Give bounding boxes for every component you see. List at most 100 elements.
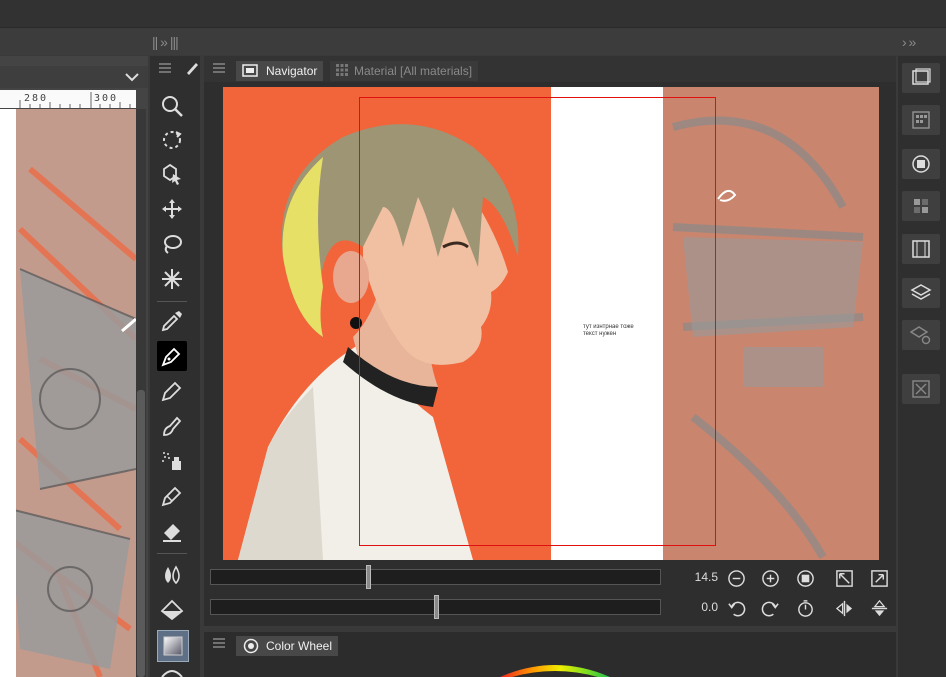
panel-header-strip: || » ||| › » (0, 28, 946, 55)
pen-tab-icon[interactable] (184, 60, 200, 76)
pen-tool[interactable] (157, 341, 187, 371)
flip-horizontal-button[interactable] (834, 598, 854, 618)
reset-rotation-icon (797, 599, 813, 617)
rotate-right-icon (761, 601, 779, 616)
collapse-handle[interactable]: || » ||| (152, 31, 179, 53)
layers-panel-icon (912, 68, 931, 85)
layer-search-icon (910, 326, 931, 345)
blend-tool[interactable] (157, 560, 187, 590)
fill-window-button[interactable] (869, 568, 889, 588)
layer-stack-icon (910, 284, 932, 300)
navigator-icon (242, 64, 258, 77)
view-frame[interactable] (359, 97, 716, 546)
ruler-ticks (19, 92, 131, 108)
move-layer-tool[interactable] (157, 194, 187, 224)
tab-color-wheel-label: Color Wheel (266, 639, 333, 653)
airbrush-tool[interactable] (157, 446, 187, 476)
move-canvas-tool[interactable] (157, 125, 187, 155)
blend-icon (165, 565, 180, 585)
eyedropper-tool[interactable] (157, 306, 187, 336)
decoration-tool[interactable] (157, 481, 187, 511)
horizontal-ruler: 280 300 (0, 90, 136, 108)
lasso-tool[interactable] (157, 229, 187, 259)
zoom-in-icon (761, 569, 779, 587)
brush-icon (163, 416, 182, 436)
canvas-note-line-2: текст нужен (583, 331, 617, 337)
gradient-tool[interactable] (157, 630, 189, 662)
fill-tool[interactable] (157, 595, 187, 625)
eraser-tool[interactable] (157, 516, 187, 546)
sub-view-icon (912, 155, 930, 173)
zoom-out-icon (727, 569, 745, 587)
move-canvas-icon (163, 131, 182, 149)
material-icon (912, 111, 930, 129)
filmstrip-icon (912, 240, 930, 258)
lasso-icon (164, 235, 182, 254)
fit-window-icon (835, 569, 853, 587)
actual-size-icon (796, 569, 814, 587)
shape-tool-partial[interactable] (160, 668, 184, 677)
panel-menu-icon[interactable] (212, 637, 226, 649)
layer-property-icon (912, 380, 930, 398)
layer-property-dock-button[interactable] (902, 374, 940, 404)
pen-icon (161, 347, 181, 367)
tab-color-wheel[interactable]: Color Wheel (236, 636, 339, 656)
material-grid-icon (336, 64, 348, 76)
panel-menu-icon[interactable] (212, 62, 226, 74)
tab-material-label: Material [All materials] (354, 64, 473, 78)
zoom-slider-knob[interactable] (366, 565, 371, 589)
eyedropper-icon (161, 311, 182, 332)
object-select-icon (163, 163, 181, 185)
sub-view-dock-button[interactable] (902, 149, 940, 179)
material-dock-button[interactable] (902, 105, 940, 135)
fit-to-window-button[interactable] (834, 568, 854, 588)
canvas-paper-edge (0, 109, 16, 677)
fill-icon (160, 599, 184, 621)
object-select-tool[interactable] (157, 159, 187, 189)
gradient-icon (163, 636, 183, 656)
color-wheel-icon (243, 638, 259, 654)
tab-material[interactable]: Material [All materials] (330, 61, 479, 81)
fill-window-icon (870, 569, 888, 587)
zoom-slider[interactable] (210, 565, 661, 589)
tab-navigator[interactable]: Navigator (236, 61, 324, 81)
navigator-dock-button[interactable] (902, 63, 940, 93)
right-collapse-handle[interactable]: › » (902, 31, 916, 53)
chevron-down-icon[interactable] (124, 71, 140, 83)
title-bar (0, 0, 946, 28)
rotate-slider-knob[interactable] (434, 595, 439, 619)
flip-horizontal-icon (835, 600, 852, 616)
color-set-icon (914, 199, 928, 213)
eraser-icon (163, 524, 181, 542)
scrollbar-thumb[interactable] (137, 390, 145, 677)
color-wheel-ring[interactable] (500, 661, 610, 677)
zoom-value: 14.5 (694, 570, 718, 584)
canvas-artwork (0, 109, 136, 677)
move-layer-icon (162, 199, 182, 219)
canvas-note: тут изнтрнае тоже текст нужен (583, 324, 653, 338)
rotate-slider[interactable] (210, 595, 661, 619)
airbrush-icon (162, 452, 181, 470)
layer-search-dock-button[interactable] (902, 320, 940, 350)
layer-dock-button[interactable] (902, 278, 940, 308)
reset-rotation-button[interactable] (795, 598, 815, 618)
flip-vertical-button[interactable] (869, 598, 889, 618)
magic-wand-tool[interactable] (157, 264, 187, 294)
canvas-tab-bar (0, 66, 148, 88)
pencil-icon (161, 381, 182, 402)
color-set-dock-button[interactable] (902, 191, 940, 221)
pencil-tool[interactable] (157, 376, 187, 406)
menu-icon[interactable] (158, 62, 172, 74)
zoom-100-button[interactable] (795, 568, 815, 588)
brush-tool[interactable] (157, 411, 187, 441)
timeline-dock-button[interactable] (902, 234, 940, 264)
canvas-view[interactable] (0, 109, 136, 677)
rotate-left-button[interactable] (726, 598, 746, 618)
zoom-tool[interactable] (157, 91, 187, 121)
zoom-out-button[interactable] (726, 568, 746, 588)
zoom-in-button[interactable] (760, 568, 780, 588)
canvas-note-line-1: тут изнтрнае тоже (583, 324, 634, 330)
tab-navigator-label: Navigator (266, 64, 318, 78)
rotate-right-button[interactable] (760, 598, 780, 618)
flip-vertical-icon (871, 599, 887, 616)
